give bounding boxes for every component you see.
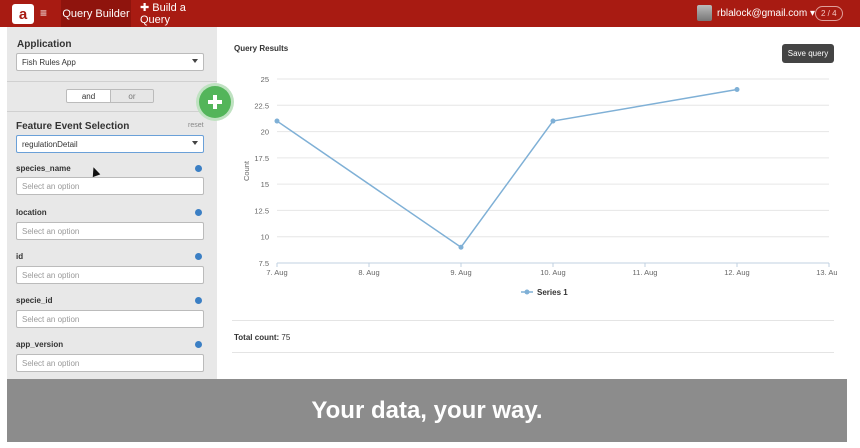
app-logo[interactable]: a bbox=[12, 4, 34, 24]
x-tick-label: 13. Aug bbox=[816, 268, 837, 277]
info-icon[interactable] bbox=[195, 209, 202, 216]
info-icon[interactable] bbox=[195, 165, 202, 172]
legend-marker bbox=[524, 289, 530, 295]
tab-build-a-query-label: ✚ Build a Query bbox=[140, 2, 186, 26]
y-tick-label: 10 bbox=[261, 233, 269, 242]
tab-query-builder-label: Query Builder bbox=[62, 7, 130, 20]
user-menu[interactable]: rblalock@gmail.com ▾ bbox=[717, 0, 815, 27]
field-label-location: location bbox=[16, 208, 47, 217]
id-input[interactable]: Select an option bbox=[16, 266, 204, 284]
x-tick-label: 8. Aug bbox=[358, 268, 379, 277]
info-icon[interactable] bbox=[195, 253, 202, 260]
series-line bbox=[276, 88, 738, 249]
chevron-down-icon bbox=[192, 59, 198, 63]
avatar[interactable] bbox=[697, 5, 712, 21]
info-icon[interactable] bbox=[195, 341, 202, 348]
page-title: Query Results bbox=[234, 44, 289, 53]
field-label-app-version: app_version bbox=[16, 340, 64, 349]
top-navbar: a ≡ Query Builder ✚ Build a Query rblalo… bbox=[0, 0, 860, 27]
location-input[interactable]: Select an option bbox=[16, 222, 204, 240]
x-tick-label: 10. Aug bbox=[540, 268, 565, 277]
divider bbox=[7, 111, 217, 112]
y-tick-label: 22.5 bbox=[254, 101, 269, 110]
total-count-value: 75 bbox=[281, 333, 291, 342]
divider bbox=[232, 320, 834, 321]
app-version-input[interactable]: Select an option bbox=[16, 354, 204, 372]
query-sidebar: Application Fish Rules App and or Featur… bbox=[7, 27, 217, 379]
or-button[interactable]: or bbox=[109, 90, 153, 102]
data-point bbox=[274, 118, 280, 124]
application-select-value: Fish Rules App bbox=[22, 57, 76, 67]
chevron-down-icon bbox=[192, 141, 198, 145]
total-count: Total count: 75 bbox=[234, 333, 290, 342]
x-tick-label: 7. Aug bbox=[266, 268, 287, 277]
total-count-label: Total count: bbox=[234, 333, 280, 342]
x-tick-label: 9. Aug bbox=[450, 268, 471, 277]
hamburger-icon[interactable]: ≡ bbox=[40, 7, 47, 19]
field-label-id: id bbox=[16, 252, 24, 261]
data-point bbox=[734, 87, 740, 93]
y-tick-label: 25 bbox=[261, 75, 269, 84]
feature-event-select[interactable]: regulationDetail bbox=[16, 135, 204, 153]
application-label: Application bbox=[17, 39, 72, 50]
y-tick-label: 7.5 bbox=[259, 259, 269, 268]
tab-query-builder[interactable]: Query Builder bbox=[61, 0, 131, 27]
y-tick-label: 12.5 bbox=[254, 206, 269, 215]
species-name-input[interactable]: Select an option bbox=[16, 177, 204, 195]
field-label-species-name: species_name bbox=[16, 164, 71, 173]
field-label-specie-id: specie_id bbox=[16, 296, 53, 305]
feature-event-label: Feature Event Selection bbox=[16, 121, 130, 132]
info-icon[interactable] bbox=[195, 297, 202, 304]
save-query-button[interactable]: Save query bbox=[782, 44, 834, 63]
x-tick-label: 12. Aug bbox=[724, 268, 749, 277]
page-counter: 2 / 4 bbox=[815, 6, 843, 21]
divider bbox=[7, 81, 217, 82]
y-tick-label: 20 bbox=[261, 128, 269, 137]
query-results-chart: 7.5 10 12.5 15 17.5 20 22.5 25 7. Aug 8. Aug 9. Au… bbox=[242, 75, 837, 297]
specie-id-input[interactable]: Select an option bbox=[16, 310, 204, 328]
and-or-toggle: and or bbox=[66, 89, 154, 103]
and-button[interactable]: and bbox=[67, 90, 110, 102]
add-condition-button[interactable] bbox=[199, 86, 231, 118]
x-tick-label: 11. Aug bbox=[633, 268, 658, 277]
divider bbox=[232, 352, 834, 353]
data-point bbox=[550, 118, 556, 124]
data-point bbox=[458, 244, 464, 250]
y-tick-label: 15 bbox=[261, 180, 269, 189]
feature-event-value: regulationDetail bbox=[22, 139, 78, 149]
legend-label: Series 1 bbox=[537, 288, 568, 297]
caption-banner: Your data, your way. bbox=[7, 379, 847, 442]
y-axis-label: Count bbox=[242, 160, 251, 181]
logo-letter: a bbox=[18, 5, 28, 23]
application-select[interactable]: Fish Rules App bbox=[16, 53, 204, 71]
reset-link[interactable]: reset bbox=[188, 122, 204, 129]
y-tick-label: 17.5 bbox=[254, 154, 269, 163]
tab-build-a-query[interactable]: ✚ Build a Query bbox=[140, 0, 204, 27]
